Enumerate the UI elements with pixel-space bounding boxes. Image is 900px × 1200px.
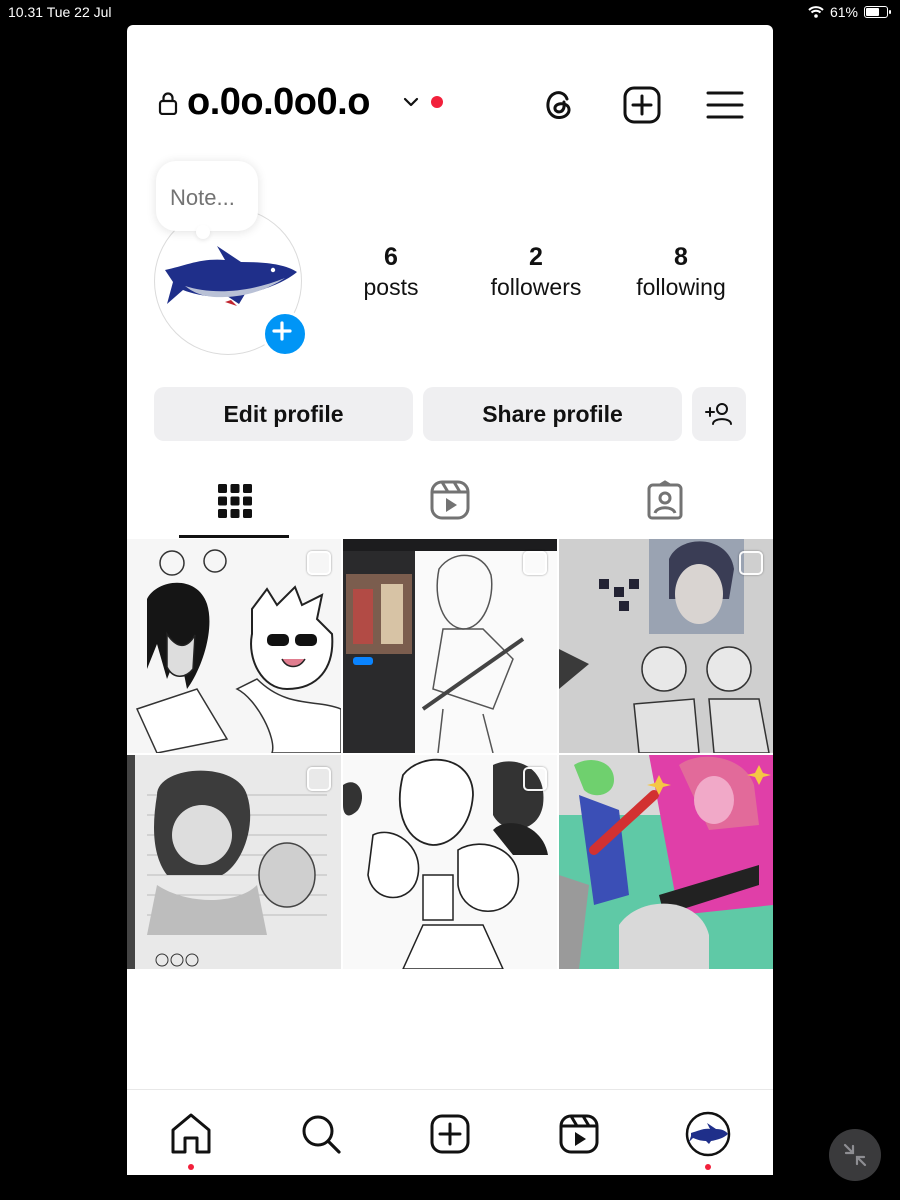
username[interactable]: o.0o.0o0.o [187,81,370,124]
tab-posts-grid[interactable] [127,475,342,537]
following-count: 8 [674,243,688,271]
tab-reels[interactable] [342,475,557,537]
active-tab-indicator [179,535,289,538]
add-icon[interactable] [622,85,662,125]
nav-create[interactable] [426,1110,474,1158]
shrink-app-button[interactable] [829,1129,881,1181]
instagram-profile-screen: o.0o.0o0.o Note... 6 posts 2 followers 8… [127,25,773,1175]
add-story-button[interactable] [262,311,308,357]
followers-count: 2 [529,243,543,271]
edit-profile-button[interactable]: Edit profile [154,387,413,441]
following-stat[interactable]: 8 following [611,243,751,301]
post-thumbnail[interactable] [559,539,773,753]
lock-icon [158,92,178,115]
profile-header: o.0o.0o0.o [127,81,773,141]
post-thumbnail[interactable] [343,539,557,753]
post-6-image [559,755,773,969]
status-bar: 10.31 Tue 22 Jul 61% [0,0,900,24]
select-checkbox[interactable] [307,551,331,575]
grid-icon [217,484,252,518]
note-placeholder: Note... [170,185,235,210]
followers-label: followers [490,274,582,300]
post-thumbnail[interactable] [127,755,341,969]
home-icon [171,1113,211,1154]
posts-stat[interactable]: 6 posts [321,243,461,301]
note-bubble[interactable]: Note... [156,161,258,239]
profile-avatar-icon [685,1111,731,1157]
battery-icon [864,6,891,18]
post-thumbnail[interactable] [343,755,557,969]
posts-grid [127,539,773,971]
select-checkbox[interactable] [739,551,763,575]
wifi-icon [808,6,824,18]
battery-percent: 61% [829,4,858,20]
note-tail [196,225,210,239]
post-thumbnail[interactable] [127,539,341,753]
select-checkbox[interactable] [523,767,547,791]
add-user-icon [705,403,732,425]
create-icon [430,1114,470,1154]
reels-icon [559,1114,599,1154]
status-indicators: 61% [808,4,891,20]
posts-count: 6 [384,243,398,271]
chevron-down-icon[interactable] [402,93,420,111]
tab-tagged[interactable] [557,475,772,537]
posts-label: posts [363,274,419,300]
home-notification-dot [188,1164,194,1170]
nav-reels[interactable] [555,1110,603,1158]
select-checkbox[interactable] [307,767,331,791]
status-time: 10.31 Tue 22 Jul [8,4,112,20]
plus-icon [272,321,292,341]
discover-people-button[interactable] [692,387,746,441]
notification-dot [431,96,443,108]
following-label: following [636,274,726,300]
search-icon [302,1115,341,1154]
shrink-icon [843,1143,867,1167]
tagged-icon [647,480,682,520]
reels-icon [430,480,469,520]
followers-stat[interactable]: 2 followers [466,243,606,301]
select-checkbox[interactable] [523,551,547,575]
nav-profile[interactable] [684,1110,732,1170]
nav-search[interactable] [297,1110,345,1158]
share-profile-button[interactable]: Share profile [423,387,682,441]
threads-icon[interactable] [539,85,579,125]
menu-icon[interactable] [705,85,745,125]
profile-notification-dot [705,1164,711,1170]
nav-home[interactable] [167,1110,215,1170]
post-thumbnail[interactable] [559,755,773,969]
bottom-navigation [127,1089,773,1175]
